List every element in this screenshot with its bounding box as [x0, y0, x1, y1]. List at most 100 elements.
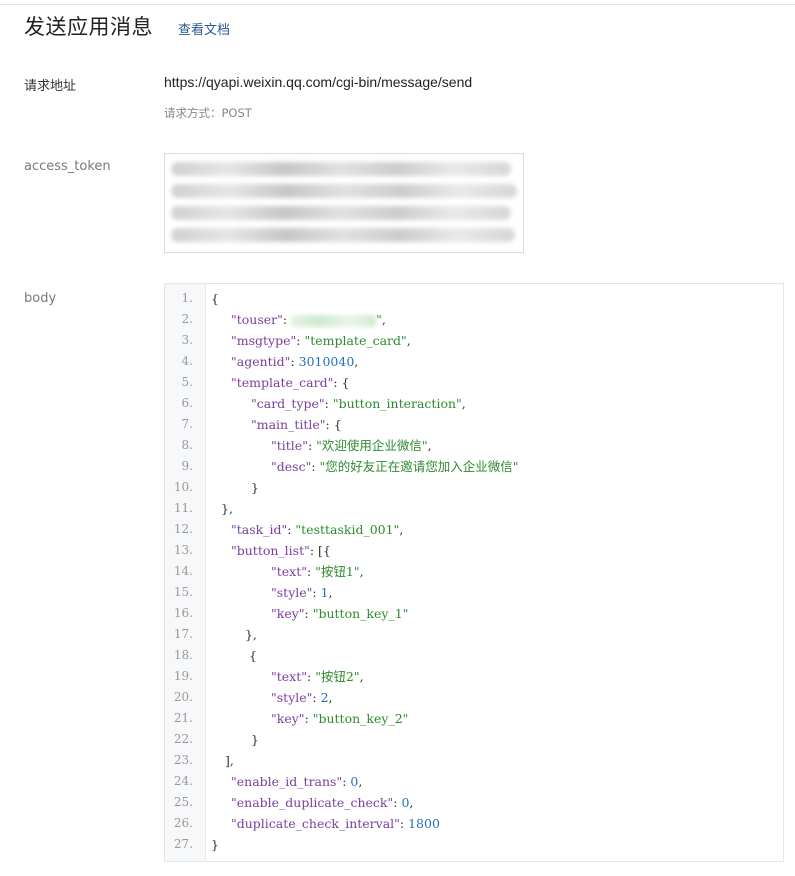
- line-number: 11.: [173, 501, 193, 515]
- json-number: 1: [320, 585, 329, 600]
- json-punct: :: [312, 690, 321, 705]
- access-token-label: access_token: [24, 159, 111, 174]
- line-number: 18.: [173, 648, 193, 662]
- code-text: {: [211, 288, 219, 309]
- code-text: "desc": "您的好友正在邀请您加入企业微信": [271, 456, 519, 477]
- json-punct: ,: [406, 333, 411, 348]
- code-text: "main_title": {: [251, 414, 342, 435]
- json-punct: }: [251, 732, 259, 747]
- code-line: 15. "style": 1,: [165, 582, 783, 603]
- json-string: "欢迎使用企业微信": [316, 438, 428, 453]
- json-key: "button_list": [231, 543, 310, 558]
- json-punct: ,: [354, 354, 359, 369]
- json-punct: :: [304, 606, 313, 621]
- request-method: 请求方式：POST: [164, 106, 252, 120]
- line-number: 6.: [181, 396, 193, 410]
- code-line: 19. "text": "按钮2",: [165, 666, 783, 687]
- json-punct: ,: [427, 438, 432, 453]
- json-punct: ,: [328, 585, 333, 600]
- line-number: 21.: [173, 711, 193, 725]
- json-number: 2: [320, 690, 329, 705]
- code-line: 12. "task_id": "testtaskid_001",: [165, 519, 783, 540]
- json-punct: ,: [399, 522, 404, 537]
- code-text: ],: [221, 750, 234, 771]
- request-url-label: 请求地址: [24, 79, 77, 94]
- code-line: 17. },: [165, 624, 783, 645]
- request-url: https://qyapi.weixin.qq.com/cgi-bin/mess…: [164, 74, 473, 90]
- top-divider: [0, 4, 795, 5]
- json-punct: ,: [359, 669, 364, 684]
- line-number: 24.: [173, 774, 193, 788]
- body-code-editor[interactable]: 1. {2. "touser": ", 3. "msgtype": "template_…: [164, 283, 784, 862]
- line-number: 2.: [181, 312, 193, 326]
- redacted-value: [291, 314, 377, 327]
- code-text: "duplicate_check_interval": 1800: [231, 813, 440, 834]
- json-string: "按钮2": [315, 669, 360, 684]
- json-punct: }: [211, 837, 219, 852]
- code-line: 27.}: [165, 834, 783, 855]
- code-line: 4. "agentid": 3010040,: [165, 351, 783, 372]
- json-punct: :: [312, 585, 321, 600]
- json-string: "template_card": [304, 333, 407, 348]
- code-line: 20. "style": 2,: [165, 687, 783, 708]
- code-text: },: [241, 624, 257, 645]
- line-number: 20.: [173, 690, 193, 704]
- code-text: "key": "button_key_2": [271, 708, 408, 729]
- code-text: "enable_duplicate_check": 0,: [231, 792, 413, 813]
- code-text: "task_id": "testtaskid_001",: [231, 519, 403, 540]
- code-line: 26. "duplicate_check_interval": 1800: [165, 813, 783, 834]
- json-punct: : {: [333, 375, 350, 390]
- json-punct: :: [304, 711, 313, 726]
- code-line: 16. "key": "button_key_1": [165, 603, 783, 624]
- line-number: 1.: [181, 291, 193, 305]
- line-number: 19.: [173, 669, 193, 683]
- line-number: 13.: [173, 543, 193, 557]
- line-number: 5.: [181, 375, 193, 389]
- json-punct: :: [324, 396, 333, 411]
- code-text: "touser": ",: [231, 309, 386, 330]
- line-number: 7.: [181, 417, 193, 431]
- code-line: 7. "main_title": {: [165, 414, 783, 435]
- code-line: 24. "enable_id_trans": 0,: [165, 771, 783, 792]
- json-string: "button_interaction": [332, 396, 462, 411]
- json-number: 3010040: [298, 354, 355, 369]
- json-punct: }: [251, 480, 259, 495]
- access-token-input[interactable]: [164, 153, 524, 253]
- line-number: 10.: [173, 480, 193, 494]
- line-number: 14.: [173, 564, 193, 578]
- json-punct: ,: [358, 774, 363, 789]
- code-text: "text": "按钮1",: [271, 561, 364, 582]
- json-key: "msgtype": [231, 333, 297, 348]
- json-punct: ,: [328, 690, 333, 705]
- json-punct: :: [311, 459, 320, 474]
- code-line: 25. "enable_duplicate_check": 0,: [165, 792, 783, 813]
- json-key: "touser": [231, 312, 283, 327]
- json-punct: :: [307, 669, 316, 684]
- json-punct: : [{: [309, 543, 331, 558]
- json-punct: },: [241, 627, 257, 642]
- line-number: 16.: [173, 606, 193, 620]
- code-text: "card_type": "button_interaction",: [251, 393, 466, 414]
- json-punct: :: [290, 354, 299, 369]
- json-key: "text": [271, 669, 307, 684]
- code-line: 11.},: [165, 498, 783, 519]
- view-docs-link[interactable]: 查看文档: [178, 19, 230, 38]
- code-text: }: [211, 834, 219, 855]
- json-punct: :: [307, 564, 316, 579]
- code-text: {: [241, 645, 257, 666]
- json-key: "style": [271, 585, 313, 600]
- line-number: 27.: [173, 837, 193, 851]
- line-number: 23.: [173, 753, 193, 767]
- redacted-token-line: [171, 228, 515, 242]
- json-punct: : {: [325, 417, 342, 432]
- code-text: }: [251, 729, 259, 750]
- json-punct: :: [307, 438, 317, 453]
- json-key: "agentid": [231, 354, 291, 369]
- line-number: 4.: [181, 354, 193, 368]
- json-string: "testtaskid_001": [295, 522, 400, 537]
- page-title: 发送应用消息: [24, 15, 153, 39]
- json-key: "task_id": [231, 522, 288, 537]
- code-text: },: [221, 498, 233, 519]
- json-punct: :: [399, 816, 409, 831]
- code-line: 6. "card_type": "button_interaction",: [165, 393, 783, 414]
